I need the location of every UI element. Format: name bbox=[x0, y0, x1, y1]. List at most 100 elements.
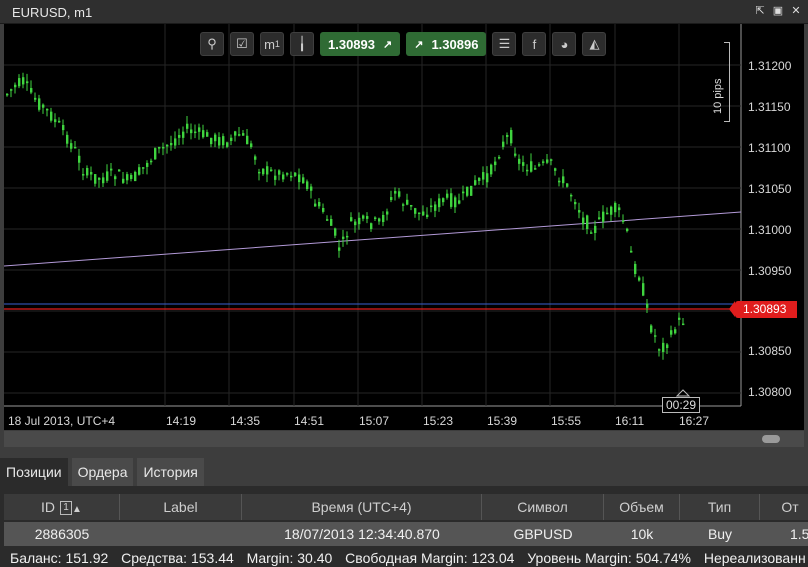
candle-body bbox=[562, 176, 565, 184]
scrollbar-thumb[interactable] bbox=[762, 435, 780, 443]
candle-body bbox=[518, 158, 521, 164]
restore-icon[interactable]: ▣ bbox=[772, 5, 784, 17]
candle-body bbox=[374, 217, 377, 219]
candle-body bbox=[458, 200, 461, 204]
buy-price: 1.30896 bbox=[431, 36, 479, 52]
y-tick-label: 1.30950 bbox=[748, 264, 792, 278]
candle-body bbox=[546, 159, 549, 163]
candle-body bbox=[354, 221, 357, 226]
candle-body bbox=[646, 303, 649, 308]
candle-body bbox=[390, 197, 393, 201]
candle-body bbox=[510, 130, 513, 144]
positions-panel: ID 1 ▲ Label Время (UTC+4) Символ Объем Ти… bbox=[0, 486, 808, 567]
column-header-type[interactable]: Тип bbox=[680, 494, 760, 520]
column-header-id[interactable]: ID 1 ▲ bbox=[4, 494, 120, 520]
x-tick-label: 15:07 bbox=[359, 414, 390, 428]
cell-time: 18/07/2013 12:34:40.870 bbox=[284, 526, 440, 542]
candle-body bbox=[266, 166, 269, 175]
x-tick-label: 14:19 bbox=[166, 414, 197, 428]
candle-body bbox=[186, 123, 189, 129]
candle-body bbox=[174, 138, 177, 146]
buy-button[interactable]: ↗ 1.30896 bbox=[406, 32, 487, 56]
column-header-time[interactable]: Время (UTC+4) bbox=[242, 494, 482, 520]
x-tick-label: 16:11 bbox=[615, 414, 645, 428]
candle-body bbox=[102, 177, 105, 184]
candle-body bbox=[502, 141, 505, 147]
signal-icon[interactable]: ◭ bbox=[582, 32, 607, 56]
table-row[interactable]: 2886305 18/07/2013 12:34:40.870 GBPUSD 1… bbox=[4, 522, 808, 546]
candles-icon[interactable]: ╽ bbox=[290, 32, 314, 56]
candle-countdown: 00:29 bbox=[662, 397, 700, 413]
candle-body bbox=[670, 330, 673, 335]
candle-body bbox=[550, 159, 553, 161]
pips-bracket bbox=[724, 42, 730, 122]
candle-body bbox=[618, 207, 621, 211]
candlestick-plot[interactable] bbox=[4, 24, 804, 430]
column-header-symbol[interactable]: Символ bbox=[482, 494, 604, 520]
unrealized-text: Нереализованн bbox=[703, 550, 806, 566]
zoom-icon[interactable]: ⚲ bbox=[200, 32, 224, 56]
candle-body bbox=[166, 144, 169, 147]
facebook-icon[interactable]: f bbox=[522, 32, 547, 56]
arrow-up-right-icon: ↗ bbox=[414, 38, 424, 51]
candle-body bbox=[226, 142, 229, 147]
candle-body bbox=[274, 175, 277, 180]
candle-body bbox=[150, 160, 153, 163]
candle-body bbox=[26, 81, 29, 84]
candle-body bbox=[234, 131, 237, 136]
candle-body bbox=[606, 212, 609, 215]
close-icon[interactable]: ✕ bbox=[790, 5, 802, 17]
candle-body bbox=[402, 204, 405, 206]
candle-body bbox=[50, 111, 53, 121]
candle-body bbox=[446, 193, 449, 198]
timeframe-icon[interactable]: m1 bbox=[260, 32, 284, 56]
order-list-icon[interactable]: ☰ bbox=[492, 32, 517, 56]
candle-body bbox=[566, 183, 569, 187]
tab-positions[interactable]: Позиции bbox=[0, 458, 68, 486]
candle-body bbox=[578, 210, 581, 213]
chart-window-titlebar: EURUSD, m1 ⇱ ▣ ✕ bbox=[0, 0, 808, 24]
bottom-tabs: Позиции Ордера История bbox=[0, 458, 204, 486]
y-tick-label: 1.30800 bbox=[748, 385, 792, 399]
candle-body bbox=[218, 137, 221, 146]
candle-body bbox=[386, 211, 389, 215]
candle-body bbox=[418, 212, 421, 215]
candle-body bbox=[106, 171, 109, 181]
column-header-label[interactable]: Label bbox=[120, 494, 242, 520]
column-header-volume[interactable]: Объем bbox=[604, 494, 680, 520]
candle-body bbox=[530, 161, 533, 172]
chart-settings-icon[interactable]: ☑ bbox=[230, 32, 254, 56]
price-chart[interactable]: ⚲ ☑ m1 ╽ 1.30893 ↗ ↗ 1.30896 ☰ f ◕ ◭ 10 pi… bbox=[4, 24, 804, 430]
candle-body bbox=[306, 181, 309, 190]
candle-body bbox=[30, 88, 33, 93]
tab-orders[interactable]: Ордера bbox=[71, 458, 134, 486]
candle-body bbox=[474, 180, 477, 185]
candle-body bbox=[302, 177, 305, 184]
candle-body bbox=[634, 263, 637, 274]
candle-body bbox=[90, 172, 93, 175]
candle-body bbox=[490, 164, 493, 175]
candle-body bbox=[98, 177, 101, 180]
cell-symbol: GBPUSD bbox=[513, 526, 573, 542]
candle-body bbox=[522, 162, 525, 166]
candle-body bbox=[554, 168, 557, 171]
y-tick-label: 1.30850 bbox=[748, 344, 792, 358]
share-icon[interactable]: ◕ bbox=[552, 32, 577, 56]
chart-scrollbar[interactable] bbox=[4, 431, 804, 447]
candle-body bbox=[118, 169, 121, 172]
column-header-open[interactable]: От bbox=[760, 494, 808, 520]
timeframe-sub: 1 bbox=[274, 39, 280, 49]
candle-body bbox=[534, 168, 537, 170]
candle-body bbox=[70, 143, 73, 149]
candle-body bbox=[310, 186, 313, 191]
maximize-icon[interactable]: ⇱ bbox=[754, 5, 766, 17]
candle-body bbox=[514, 153, 517, 156]
candle-body bbox=[486, 173, 489, 183]
candle-body bbox=[370, 223, 373, 230]
current-price-tag: 1.30893 bbox=[729, 301, 797, 318]
candle-body bbox=[154, 148, 157, 160]
x-tick-label: 18 Jul 2013, UTC+4 bbox=[8, 414, 116, 428]
sort-asc-icon: ▲ bbox=[72, 504, 82, 515]
tab-history[interactable]: История bbox=[137, 458, 204, 486]
sell-button[interactable]: 1.30893 ↗ bbox=[320, 32, 401, 56]
